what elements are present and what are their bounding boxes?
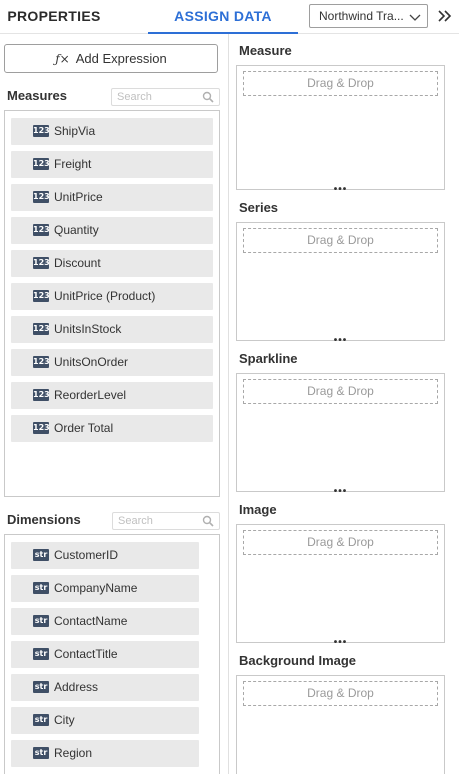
numeric-type-icon: 123	[33, 257, 50, 269]
resize-handle-icon[interactable]: •••	[334, 336, 348, 346]
search-icon	[202, 515, 214, 527]
dimensions-heading: Dimensions	[7, 512, 81, 527]
field-label: Order Total	[54, 421, 114, 435]
field-label: ContactName	[54, 614, 128, 628]
resize-handle-icon[interactable]: •••	[334, 185, 348, 195]
datasource-selected-value: Northwind Tra...	[319, 9, 404, 23]
field-item[interactable]: 123 Order Total	[11, 415, 213, 442]
field-item[interactable]: 123 ReorderLevel	[11, 382, 213, 409]
field-label: Discount	[54, 256, 101, 270]
string-type-icon: str	[33, 747, 49, 759]
sparkline-drop-box: Drag & Drop •••	[236, 373, 445, 497]
background-image-drop-zone[interactable]: Drag & Drop	[243, 681, 438, 706]
dimensions-list[interactable]: str CustomerID str CompanyName str ContactNam…	[4, 534, 220, 774]
resize-handle-icon[interactable]: •••	[334, 638, 348, 648]
series-drop-box: Drag & Drop •••	[236, 222, 445, 346]
field-item[interactable]: str CustomerID	[11, 542, 199, 569]
field-item[interactable]: str CompanyName	[11, 575, 199, 602]
dimensions-search-input[interactable]	[118, 513, 198, 529]
background-image-drop-box: Drag & Drop	[236, 675, 445, 774]
field-label: UnitsOnOrder	[54, 355, 129, 369]
field-item[interactable]: 123 Discount	[11, 250, 213, 277]
numeric-type-icon: 123	[33, 125, 50, 137]
field-item[interactable]: 123 Freight	[11, 151, 213, 178]
fx-icon: ƒ×	[55, 52, 70, 66]
field-item[interactable]: 123 Quantity	[11, 217, 213, 244]
dimensions-search-box[interactable]	[112, 512, 220, 530]
measure-heading: Measure	[239, 43, 292, 58]
numeric-type-icon: 123	[33, 356, 50, 368]
numeric-type-icon: 123	[33, 323, 50, 335]
field-item[interactable]: 123 UnitsInStock	[11, 316, 213, 343]
field-item[interactable]: str Region	[11, 740, 199, 767]
string-type-icon: str	[33, 549, 49, 561]
sparkline-drop-zone[interactable]: Drag & Drop	[243, 379, 438, 404]
search-icon	[202, 91, 214, 103]
measures-search-box[interactable]	[111, 88, 220, 106]
numeric-type-icon: 123	[33, 224, 50, 236]
numeric-type-icon: 123	[33, 191, 50, 203]
field-item[interactable]: str ContactTitle	[11, 641, 199, 668]
string-type-icon: str	[33, 681, 49, 693]
string-type-icon: str	[33, 714, 49, 726]
measures-search-input[interactable]	[117, 89, 197, 105]
string-type-icon: str	[33, 615, 49, 627]
field-label: ShipVia	[54, 124, 96, 138]
field-label: Freight	[54, 157, 92, 171]
series-heading: Series	[239, 200, 279, 215]
datasource-dropdown[interactable]: Northwind Tra...	[309, 4, 428, 28]
resize-handle-icon[interactable]: •••	[334, 487, 348, 497]
image-drop-zone[interactable]: Drag & Drop	[243, 530, 438, 555]
image-heading: Image	[239, 502, 277, 517]
field-label: UnitsInStock	[54, 322, 122, 336]
chevron-down-icon	[409, 14, 421, 21]
numeric-type-icon: 123	[33, 389, 50, 401]
field-label: ContactTitle	[54, 647, 118, 661]
field-label: CustomerID	[54, 548, 119, 562]
numeric-type-icon: 123	[33, 158, 50, 170]
field-label: ReorderLevel	[54, 388, 127, 402]
field-label: CompanyName	[54, 581, 138, 595]
image-drop-box: Drag & Drop •••	[236, 524, 445, 648]
add-expression-label: Add Expression	[75, 51, 167, 66]
numeric-type-icon: 123	[33, 290, 50, 302]
tab-properties[interactable]: PROPERTIES	[0, 0, 108, 34]
field-label: Quantity	[54, 223, 99, 237]
field-label: Address	[54, 680, 99, 694]
field-label: UnitPrice	[54, 190, 103, 204]
string-type-icon: str	[33, 648, 49, 660]
measures-heading: Measures	[7, 88, 67, 103]
numeric-type-icon: 123	[33, 422, 50, 434]
field-item[interactable]: 123 UnitPrice (Product)	[11, 283, 213, 310]
field-label: City	[54, 713, 75, 727]
panel-header: PROPERTIES ASSIGN DATA Northwind Tra...	[0, 0, 459, 34]
field-item[interactable]: str Address	[11, 674, 199, 701]
sparkline-heading: Sparkline	[239, 351, 298, 366]
field-item[interactable]: 123 UnitsOnOrder	[11, 349, 213, 376]
string-type-icon: str	[33, 582, 49, 594]
measures-list[interactable]: 123 ShipVia 123 Freight 123 UnitPrice 123 Quant…	[4, 110, 220, 497]
field-item[interactable]: 123 ShipVia	[11, 118, 213, 145]
tab-assign-data[interactable]: ASSIGN DATA	[148, 0, 298, 34]
measure-drop-box: Drag & Drop •••	[236, 65, 445, 195]
field-item[interactable]: str City	[11, 707, 199, 734]
collapse-panel-icon[interactable]	[436, 7, 454, 25]
series-drop-zone[interactable]: Drag & Drop	[243, 228, 438, 253]
field-label: UnitPrice (Product)	[54, 289, 156, 303]
field-label: Region	[54, 746, 93, 760]
measure-drop-zone[interactable]: Drag & Drop	[243, 71, 438, 96]
add-expression-button[interactable]: ƒ× Add Expression	[4, 44, 218, 73]
field-item[interactable]: str ContactName	[11, 608, 199, 635]
field-item[interactable]: 123 UnitPrice	[11, 184, 213, 211]
background-image-heading: Background Image	[239, 653, 357, 668]
